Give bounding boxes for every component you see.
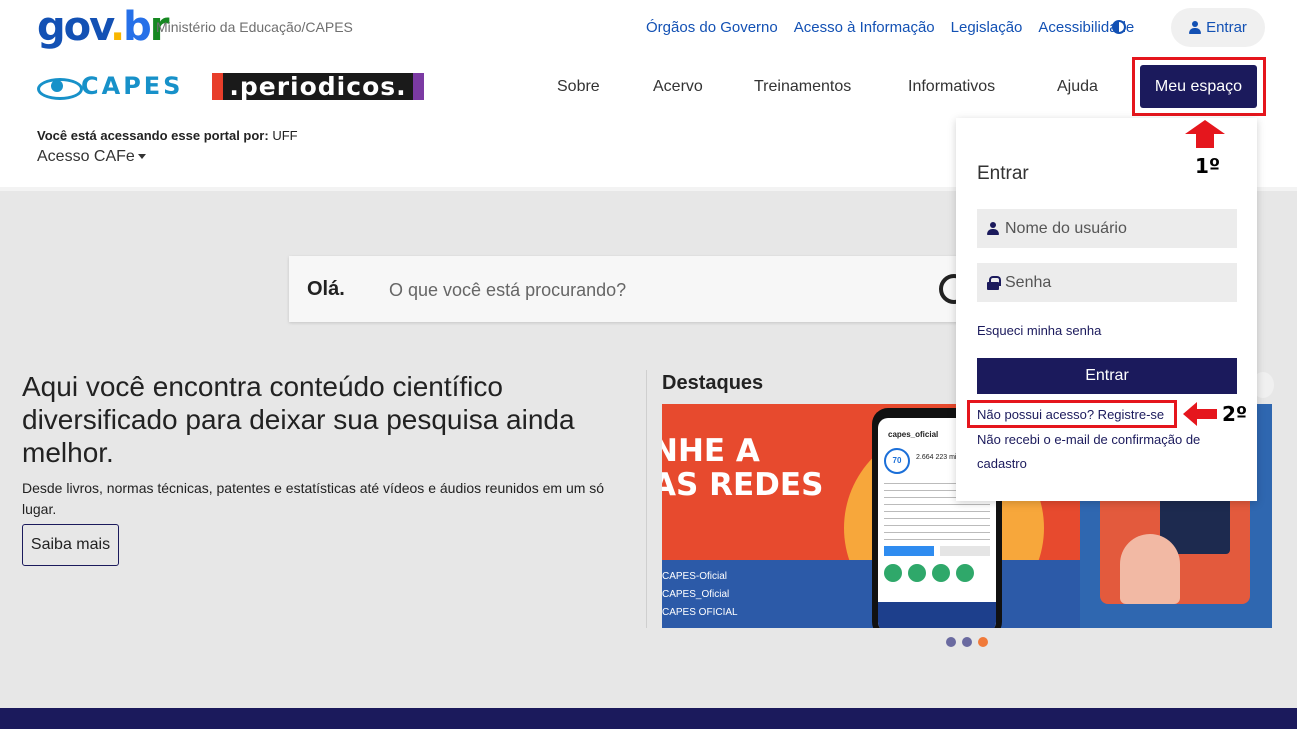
handle-instagram: CAPES_Oficial xyxy=(662,589,730,600)
gov-login-label: Entrar xyxy=(1206,19,1247,36)
saiba-mais-button[interactable]: Saiba mais xyxy=(22,524,119,566)
slide-headline: NHE A AS REDES xyxy=(662,434,823,502)
annotation-step-2: 2º xyxy=(1222,402,1248,426)
forgot-password-link[interactable]: Esqueci minha senha xyxy=(977,323,1101,338)
search-greeting: Olá. xyxy=(307,278,345,300)
caret-down-icon xyxy=(137,154,146,160)
login-submit-button[interactable]: Entrar xyxy=(977,358,1237,394)
access-info: Você está acessando esse portal por: UFF xyxy=(37,128,298,143)
govbr-logo[interactable]: gov.br xyxy=(37,4,169,50)
access-institution: UFF xyxy=(272,128,298,143)
phone-message-button xyxy=(940,546,990,556)
capes-eye-icon xyxy=(37,74,83,100)
capes-logo[interactable]: CAPES xyxy=(37,72,183,100)
hero-title: Aqui você encontra conteúdo científico d… xyxy=(22,371,575,468)
phone-post-grid xyxy=(878,602,996,628)
capes-logo-text: CAPES xyxy=(81,72,184,100)
phone-profile-badge: 70 xyxy=(884,448,910,474)
hero-subtitle: Desde livros, normas técnicas, patentes … xyxy=(22,480,605,517)
phone-story-3 xyxy=(932,564,950,582)
nav-ajuda[interactable]: Ajuda xyxy=(1057,78,1098,96)
user-icon xyxy=(1189,21,1202,34)
govbr-logo-gov: gov xyxy=(37,4,112,50)
access-prefix: Você está acessando esse portal por: xyxy=(37,128,269,143)
slide2-person xyxy=(1120,534,1180,604)
govbr-logo-b: b xyxy=(123,4,152,50)
nav-acervo[interactable]: Acervo xyxy=(653,78,703,96)
search-input[interactable]: O que você está procurando? xyxy=(389,280,626,301)
footer-band xyxy=(0,708,1297,729)
carousel-dot-2[interactable] xyxy=(962,637,972,647)
slide-handles: CAPES-Oficial CAPES_Oficial CAPES OFICIA… xyxy=(662,568,738,622)
main-navbar: CAPES .periodicos. Sobre Acervo Treiname… xyxy=(0,58,1297,118)
link-acesso-informacao[interactable]: Acesso à Informação xyxy=(794,19,935,36)
annotation-arrow-left-icon xyxy=(1183,402,1217,426)
annotation-highlight-register xyxy=(967,400,1177,428)
carousel-dots xyxy=(946,637,988,647)
phone-account-name: capes_oficial xyxy=(888,430,939,439)
gov-login-button[interactable]: Entrar xyxy=(1171,8,1265,47)
annotation-highlight-meu-espaco xyxy=(1132,57,1266,116)
user-icon xyxy=(987,222,999,235)
cafe-label: Acesso CAFe xyxy=(37,148,135,165)
phone-follow-button xyxy=(884,546,934,556)
periodicos-logo-text: .periodicos. xyxy=(223,73,413,100)
resend-confirmation-link[interactable]: Não recebi o e-mail de confirmação de ca… xyxy=(977,428,1237,476)
carousel-dot-1[interactable] xyxy=(946,637,956,647)
password-field[interactable]: Senha xyxy=(977,263,1237,302)
login-panel-title: Entrar xyxy=(977,163,1029,184)
username-field[interactable]: Nome do usuário xyxy=(977,209,1237,248)
destaques-title: Destaques xyxy=(662,372,764,394)
ministry-label: Ministério da Educação/CAPES xyxy=(156,19,353,35)
link-orgaos[interactable]: Órgãos do Governo xyxy=(646,19,778,36)
nav-informativos[interactable]: Informativos xyxy=(908,78,995,96)
annotation-arrow-up-icon xyxy=(1185,120,1225,148)
gov-top-links: Órgãos do Governo Acesso à Informação Le… xyxy=(646,19,1134,36)
cafe-dropdown[interactable]: Acesso CAFe xyxy=(37,148,146,166)
annotation-step-1: 1º xyxy=(1195,154,1221,178)
lock-icon xyxy=(987,275,1001,290)
username-placeholder: Nome do usuário xyxy=(1005,219,1127,237)
slide-headline-line2: AS REDES xyxy=(662,467,824,503)
link-legislacao[interactable]: Legislação xyxy=(951,19,1023,36)
slide-headline-line1: NHE A xyxy=(662,433,760,469)
phone-story-2 xyxy=(908,564,926,582)
handle-youtube: CAPES OFICIAL xyxy=(662,607,738,618)
govbr-logo-dot: . xyxy=(109,4,125,50)
section-divider xyxy=(646,370,647,628)
password-placeholder: Senha xyxy=(1005,273,1052,291)
nav-treinamentos[interactable]: Treinamentos xyxy=(754,78,851,96)
gov-bar: gov.br Ministério da Educação/CAPES Órgã… xyxy=(0,0,1297,56)
handle-facebook: CAPES-Oficial xyxy=(662,571,728,582)
contrast-icon[interactable] xyxy=(1112,20,1126,34)
phone-story-4 xyxy=(956,564,974,582)
phone-story-1 xyxy=(884,564,902,582)
carousel-dot-3[interactable] xyxy=(978,637,988,647)
periodicos-logo[interactable]: .periodicos. xyxy=(212,73,424,100)
phone-stats: 2.664 223 mil xyxy=(916,454,959,461)
search-box[interactable]: Olá. O que você está procurando? xyxy=(289,256,989,322)
nav-sobre[interactable]: Sobre xyxy=(557,78,600,96)
